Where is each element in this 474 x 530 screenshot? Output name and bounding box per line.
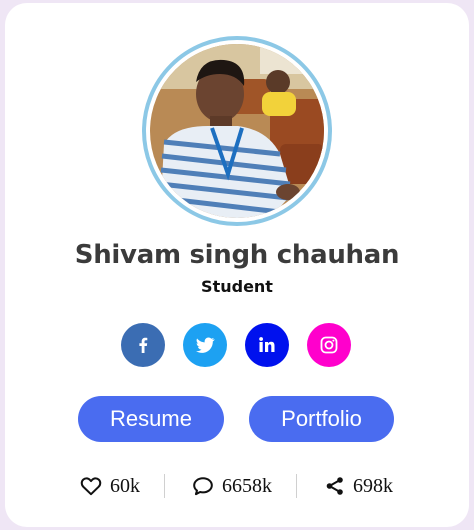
stats-bar: 60k 6658k 698k (5, 473, 469, 499)
linkedin-link[interactable] (245, 323, 289, 367)
comments-count: 6658k (222, 474, 272, 497)
profile-role: Student (201, 277, 273, 296)
facebook-icon (139, 337, 148, 353)
comment-icon (193, 477, 213, 496)
twitter-link[interactable] (183, 323, 227, 367)
comments-stat[interactable]: 6658k (192, 473, 272, 499)
avatar-ring (142, 36, 332, 226)
avatar (150, 44, 324, 218)
twitter-icon (196, 337, 215, 353)
instagram-link[interactable] (307, 323, 351, 367)
stats-divider (164, 474, 165, 498)
share-icon (326, 477, 343, 495)
heart-icon (80, 477, 102, 496)
linkedin-icon (259, 337, 275, 352)
shares-count: 698k (353, 474, 393, 497)
stats-divider (296, 474, 297, 498)
portfolio-button[interactable]: Portfolio (249, 396, 394, 442)
profile-card: Shivam singh chauhan Student Resume Port… (5, 3, 469, 527)
likes-count: 60k (110, 474, 140, 497)
facebook-link[interactable] (121, 323, 165, 367)
shares-stat[interactable]: 698k (325, 473, 393, 499)
avatar-photo (150, 44, 324, 218)
instagram-icon (320, 336, 338, 354)
profile-name: Shivam singh chauhan (74, 240, 400, 270)
likes-stat[interactable]: 60k (80, 473, 140, 499)
resume-button[interactable]: Resume (78, 396, 224, 442)
